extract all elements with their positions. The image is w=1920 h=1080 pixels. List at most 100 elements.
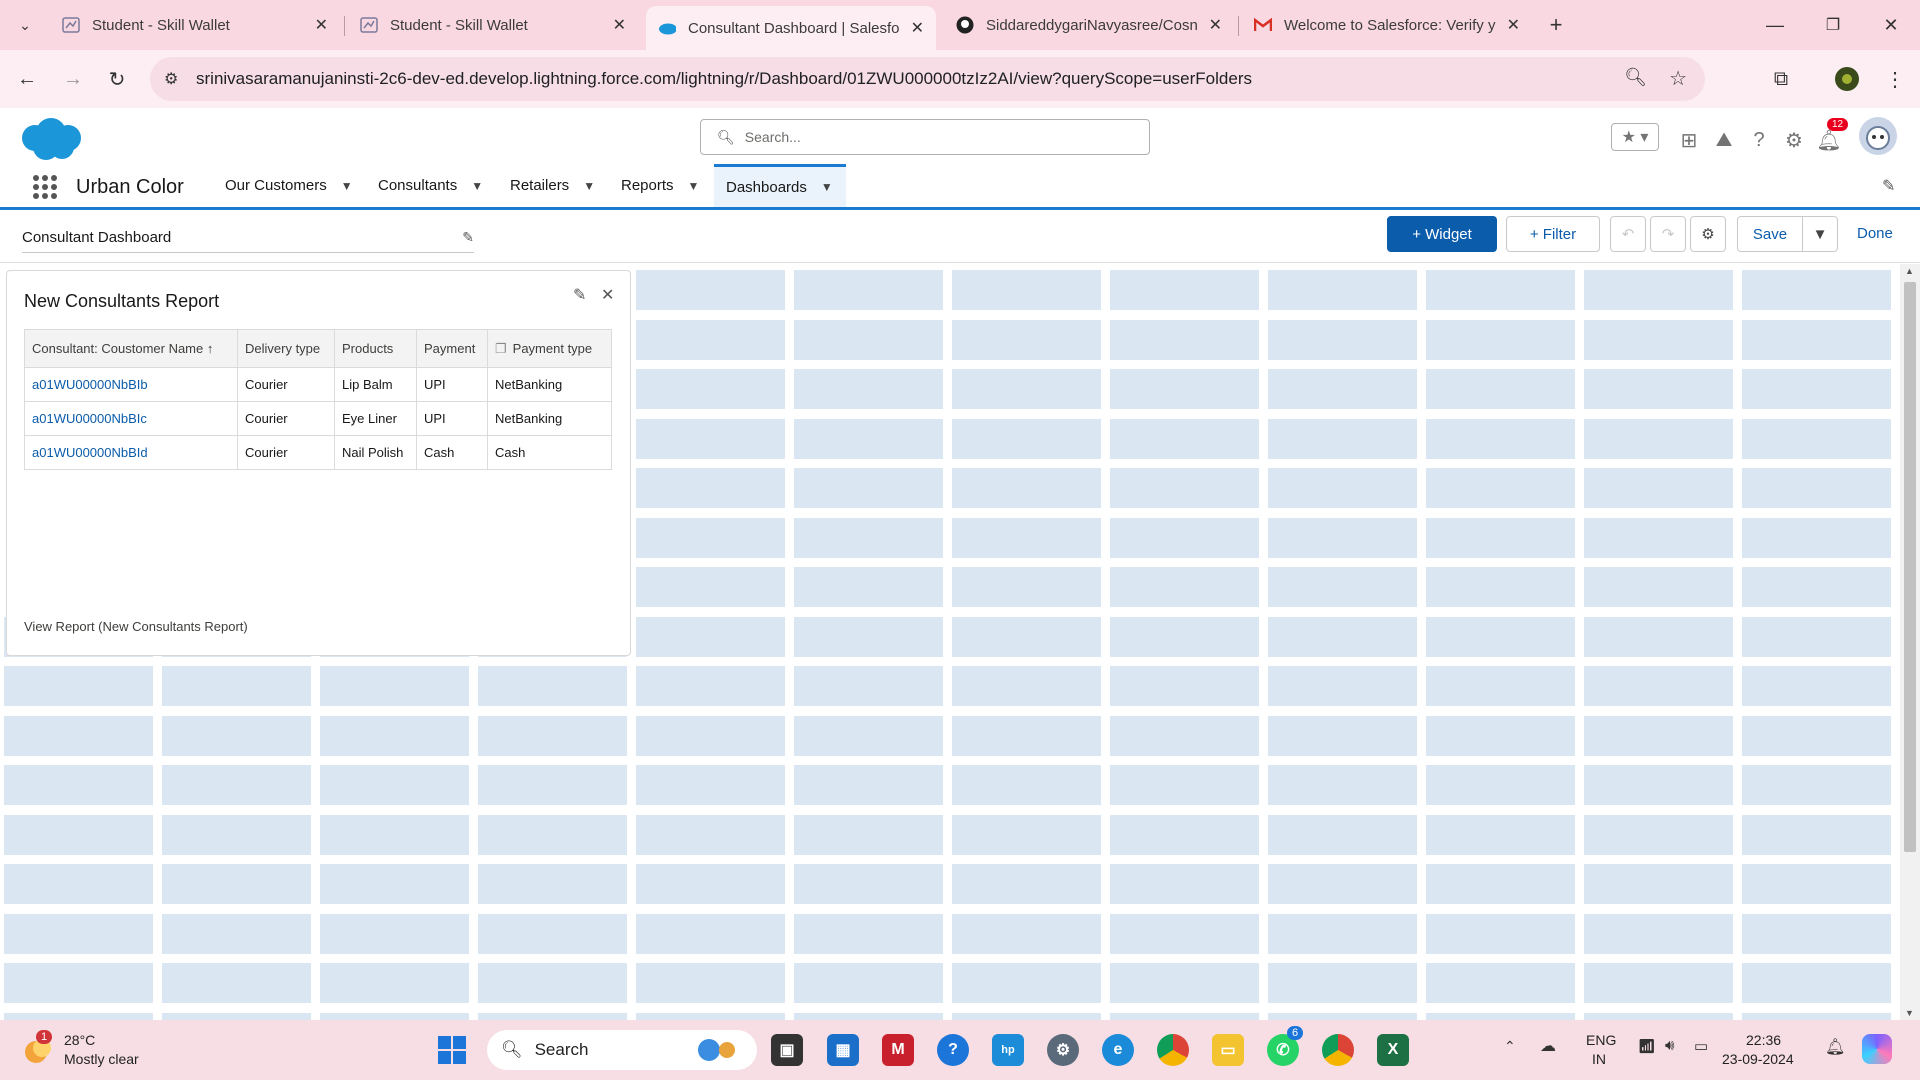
notification-bell-icon[interactable]: 🔔︎ [1825,1037,1845,1057]
scrollbar-thumb[interactable] [1904,282,1916,852]
reload-icon[interactable]: ↻ [102,64,132,94]
nav-item-retailers[interactable]: Retailers ▼ [498,164,607,207]
column-header[interactable]: Delivery type [237,329,335,368]
report-table-widget[interactable]: New Consultants Report ✎ ✕ Consultant: C… [6,270,631,656]
wifi-icon[interactable]: 📶︎ [1638,1038,1656,1055]
column-header[interactable]: ❐ Payment type [487,329,612,368]
chevron-down-icon[interactable]: ▼ [688,179,700,193]
view-report-link[interactable]: View Report (New Consultants Report) [24,619,248,634]
edit-nav-pencil-icon[interactable]: ✎ [1882,176,1895,196]
column-header[interactable]: Consultant: Coustomer Name ↑ [24,329,238,368]
scroll-up-icon[interactable]: ▲ [1905,266,1914,276]
site-info-icon[interactable]: ⚙ [164,69,178,89]
minimize-icon[interactable]: — [1760,10,1790,40]
close-window-icon[interactable]: ✕ [1876,10,1906,40]
add-widget-button[interactable]: + Widget [1387,216,1497,252]
record-link[interactable]: a01WU00000NbBIb [24,367,238,402]
onedrive-cloud-icon[interactable]: ☁ [1540,1036,1556,1056]
salesforce-logo[interactable] [18,116,84,162]
global-actions-add-icon[interactable]: ⊞ [1675,126,1703,154]
chevron-down-icon[interactable]: ▼ [341,179,353,193]
chevron-down-icon[interactable]: ▼ [471,179,483,193]
file-explorer-dark-icon[interactable]: ▣ [771,1034,803,1066]
nav-item-consultants[interactable]: Consultants ▼ [366,164,495,207]
browser-tab-4[interactable]: SiddareddygariNavyasree/Cosn ✕ [944,8,1234,42]
close-tab-icon[interactable]: ✕ [315,15,328,35]
redo-icon[interactable]: ↷ [1650,216,1686,252]
nav-item-reports[interactable]: Reports ▼ [609,164,711,207]
done-button[interactable]: Done [1857,225,1893,242]
user-avatar[interactable] [1858,116,1898,156]
folder-icon[interactable]: ▭ [1212,1034,1244,1066]
forward-icon[interactable]: → [58,64,88,94]
trailhead-icon[interactable]: ⛰ [1710,126,1738,154]
bookmark-star-icon[interactable]: ☆ [1669,66,1687,91]
grid-placeholder-cell [1584,616,1733,657]
chevron-down-icon[interactable]: ▼ [821,180,833,194]
clock-time[interactable]: 22:36 [1746,1032,1781,1048]
restore-icon[interactable]: ❐ [1818,10,1848,40]
nav-item-our-customers[interactable]: Our Customers ▼ [213,164,365,207]
back-icon[interactable]: ← [12,64,42,94]
close-tab-icon[interactable]: ✕ [613,15,626,35]
battery-icon[interactable]: ▭ [1694,1037,1708,1055]
grid-placeholder-cell [636,567,785,607]
show-hidden-icons-chevron[interactable]: ⌃ [1504,1038,1516,1055]
mcafee-icon[interactable]: M [882,1034,914,1066]
windows-start-icon[interactable] [436,1034,468,1066]
myhp-icon[interactable]: hp [992,1034,1024,1066]
record-link[interactable]: a01WU00000NbBIc [24,401,238,436]
browser-tab-3-active[interactable]: Consultant Dashboard | Salesfo ✕ [646,6,936,50]
excel-icon[interactable]: X [1377,1034,1409,1066]
close-tab-icon[interactable]: ✕ [1209,15,1222,35]
browser-tab-2[interactable]: Student - Skill Wallet ✕ [348,8,638,42]
volume-icon[interactable]: 🔊︎ [1665,1037,1674,1054]
edit-widget-pencil-icon[interactable]: ✎ [573,285,586,305]
setup-gear-icon[interactable]: ⚙ [1780,126,1808,154]
global-search-input[interactable]: 🔍︎ Search... [700,119,1150,155]
edge-browser-icon[interactable]: e [1102,1034,1134,1066]
whatsapp-icon[interactable]: ✆ 6 [1267,1026,1304,1066]
weather-icon[interactable]: 1 [22,1030,54,1066]
edit-title-pencil-icon[interactable]: ✎ [462,229,474,246]
column-header[interactable]: Payment [416,329,488,368]
help-icon[interactable]: ? [1745,126,1773,154]
dashboard-title-field[interactable]: Consultant Dashboard ✎ [22,223,474,253]
undo-icon[interactable]: ↶ [1610,216,1646,252]
zoom-icon[interactable]: 🔍︎ [1624,67,1647,88]
close-tab-icon[interactable]: ✕ [911,18,924,38]
url-field[interactable]: ⚙ srinivasaramanujaninsti-2c6-dev-ed.dev… [150,57,1705,101]
add-filter-button[interactable]: + Filter [1506,216,1600,252]
properties-gear-icon[interactable]: ⚙ [1690,216,1726,252]
browser-tab-1[interactable]: Student - Skill Wallet ✕ [50,8,340,42]
app-launcher-icon[interactable] [32,174,58,200]
browser-tab-5[interactable]: Welcome to Salesforce: Verify y ✕ [1242,8,1532,42]
record-link[interactable]: a01WU00000NbBId [24,435,238,470]
copilot-icon[interactable] [1862,1034,1892,1064]
grid-placeholder-cell [4,814,153,855]
extensions-icon[interactable]: ⧉ [1766,64,1796,94]
save-menu-chevron-icon[interactable]: ▼ [1802,216,1838,252]
column-header[interactable]: Products [334,329,417,368]
favorites-star-icon[interactable]: ★ ▾ [1611,123,1659,151]
nav-item-dashboards[interactable]: Dashboards ▼ [714,164,846,207]
settings-gear-icon[interactable]: ⚙ [1047,1034,1079,1066]
get-help-icon[interactable]: ? [937,1034,969,1066]
browser-menu-icon[interactable]: ⋮ [1880,64,1910,94]
chrome-profile-icon[interactable] [1322,1034,1354,1066]
save-button[interactable]: Save [1737,216,1803,252]
notifications-bell-icon[interactable]: 🔔︎ 12 [1815,118,1849,154]
language-indicator[interactable]: ENG [1586,1032,1616,1048]
microsoft-store-icon[interactable]: ▦ [827,1034,859,1066]
scrollbar[interactable]: ▲ ▼ [1900,264,1920,1020]
profile-avatar[interactable] [1832,64,1862,94]
new-tab-icon[interactable]: + [1541,10,1571,40]
taskbar-search-box[interactable]: 🔍︎ Search [487,1030,757,1070]
close-tab-icon[interactable]: ✕ [1507,15,1520,35]
grid-placeholder-cell [478,666,627,706]
remove-widget-close-icon[interactable]: ✕ [601,285,614,305]
chevron-down-icon[interactable]: ▼ [583,179,595,193]
scroll-down-icon[interactable]: ▼ [1905,1008,1914,1018]
chrome-icon[interactable] [1157,1034,1189,1066]
tab-search-icon[interactable]: ⌄ [10,10,40,40]
